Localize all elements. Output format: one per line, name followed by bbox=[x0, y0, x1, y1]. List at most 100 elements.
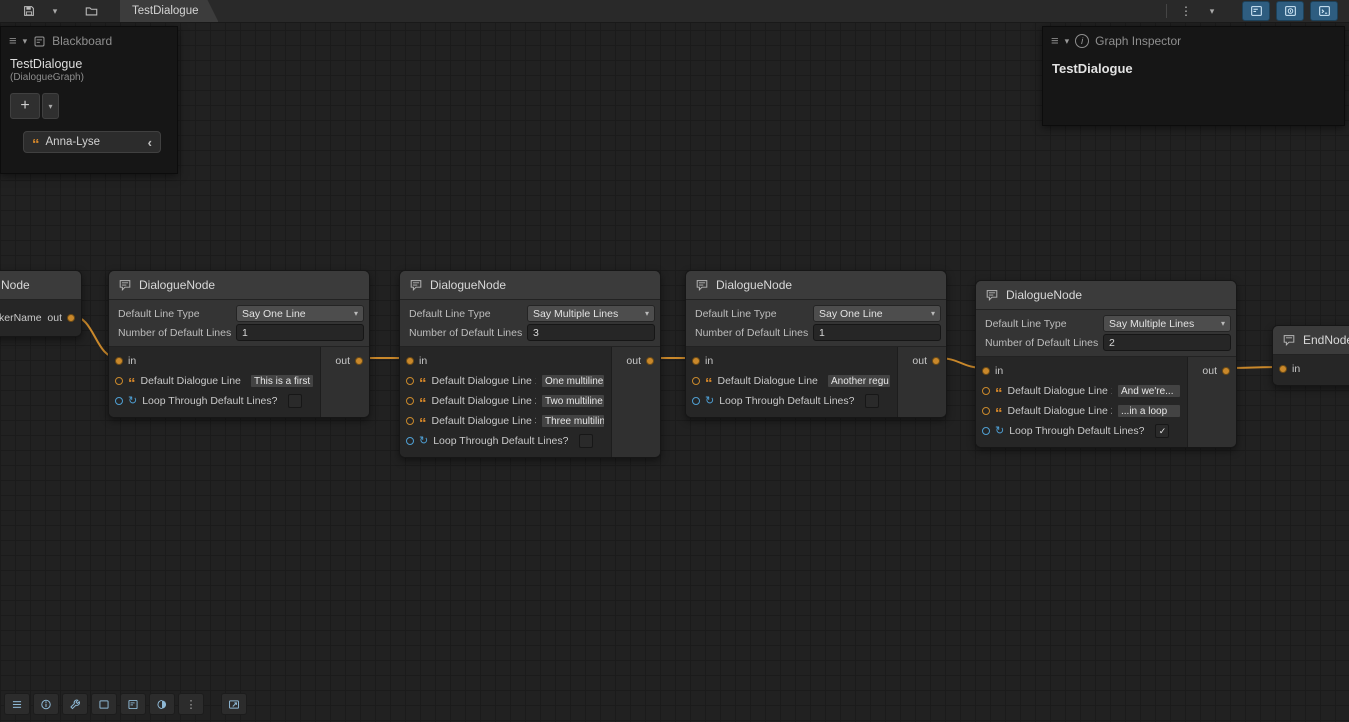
dialogue-line-port[interactable] bbox=[406, 417, 414, 425]
loop-port[interactable] bbox=[406, 437, 414, 445]
toggle-list-view-button[interactable] bbox=[4, 693, 30, 715]
loop-port[interactable] bbox=[982, 427, 990, 435]
frame-button[interactable] bbox=[91, 693, 117, 715]
blackboard-collapse-icon[interactable]: ▾ bbox=[23, 36, 28, 47]
loop-checkbox[interactable] bbox=[865, 394, 879, 408]
out-port[interactable] bbox=[1222, 367, 1230, 375]
line-type-dropdown[interactable]: Say Multiple Lines ▾ bbox=[527, 305, 655, 322]
toggle-minimap-button[interactable] bbox=[149, 693, 175, 715]
out-port[interactable] bbox=[646, 357, 654, 365]
line-type-dropdown[interactable]: Say Multiple Lines ▾ bbox=[1103, 315, 1231, 332]
inspector-title: Graph Inspector bbox=[1095, 34, 1181, 48]
blackboard-panel-icon bbox=[1249, 4, 1264, 18]
dialogue-line-port[interactable] bbox=[982, 407, 990, 415]
speaker-out-port[interactable] bbox=[67, 314, 75, 322]
dialogue-line-field[interactable]: One multiline bbox=[541, 374, 605, 388]
num-lines-field[interactable]: 3 bbox=[527, 324, 655, 341]
info-icon: i bbox=[1075, 34, 1089, 48]
loop-port[interactable] bbox=[115, 397, 123, 405]
toggle-preview-button[interactable] bbox=[1310, 1, 1338, 21]
dialogue-line-port[interactable] bbox=[982, 387, 990, 395]
half-circle-icon bbox=[155, 698, 169, 711]
dialogue-node-3[interactable]: DialogueNode Default Line Type Say One L… bbox=[685, 270, 947, 418]
dialogue-line-label: Default Dialogue Line 2 bbox=[1008, 405, 1113, 417]
line-type-dropdown[interactable]: Say One Line ▾ bbox=[236, 305, 364, 322]
speaker-node[interactable]: Node kerName out bbox=[0, 270, 82, 337]
loop-checkbox[interactable] bbox=[579, 434, 593, 448]
out-port[interactable] bbox=[932, 357, 940, 365]
out-port-label: out bbox=[335, 355, 350, 367]
num-lines-field[interactable]: 1 bbox=[236, 324, 364, 341]
tools-button[interactable] bbox=[62, 693, 88, 715]
more-options-dropdown[interactable]: ▾ bbox=[1200, 2, 1224, 20]
blackboard-menu-icon[interactable]: ≡ bbox=[9, 36, 17, 46]
folder-icon bbox=[84, 4, 99, 18]
in-port[interactable] bbox=[406, 357, 414, 365]
dialogue-line-field[interactable]: Three multilin bbox=[541, 414, 605, 428]
out-port[interactable] bbox=[355, 357, 363, 365]
dialogue-node-4[interactable]: DialogueNode Default Line Type Say Multi… bbox=[975, 280, 1237, 448]
toggle-inspector-button[interactable] bbox=[1276, 1, 1304, 21]
dialogue-line-port[interactable] bbox=[115, 377, 123, 385]
loop-icon: ↻ bbox=[419, 436, 428, 446]
loop-icon: ↻ bbox=[705, 396, 714, 406]
quote-icon: “ bbox=[419, 420, 427, 428]
loop-row: ↻ Loop Through Default Lines? bbox=[686, 391, 897, 411]
dialogue-line-port[interactable] bbox=[406, 377, 414, 385]
more-options-button[interactable]: ⋮ bbox=[1174, 2, 1198, 20]
dialogue-line-field[interactable]: Another regu bbox=[827, 374, 891, 388]
toggle-blackboard-bottom-button[interactable] bbox=[120, 693, 146, 715]
save-button[interactable] bbox=[17, 2, 41, 20]
dialogue-line-field[interactable]: This is a first bbox=[250, 374, 314, 388]
save-icon bbox=[22, 4, 36, 18]
dropdown-arrow-icon: ▾ bbox=[354, 309, 358, 318]
out-port-row: out bbox=[321, 351, 369, 371]
dropdown-arrow-icon: ▾ bbox=[645, 309, 649, 318]
line-type-label: Default Line Type bbox=[405, 308, 527, 320]
in-port[interactable] bbox=[982, 367, 990, 375]
dialogue-line-row: “ Default Dialogue Line This is a first bbox=[109, 371, 320, 391]
dialogue-line-row: “ Default Dialogue Line Another regu bbox=[686, 371, 897, 391]
dialogue-line-port[interactable] bbox=[406, 397, 414, 405]
out-port-label: out bbox=[912, 355, 927, 367]
inspector-collapse-icon[interactable]: ▾ bbox=[1065, 36, 1070, 47]
dialogue-line-label: Default Dialogue Line 1 bbox=[432, 375, 537, 387]
loop-port[interactable] bbox=[692, 397, 700, 405]
toggle-blackboard-button[interactable] bbox=[1242, 1, 1270, 21]
graph-tab[interactable]: TestDialogue bbox=[120, 0, 218, 22]
loop-checkbox[interactable]: ✓ bbox=[1155, 424, 1169, 438]
toggle-inspector-bottom-button[interactable] bbox=[33, 693, 59, 715]
in-port-row: in bbox=[1273, 359, 1349, 379]
out-port-label: out bbox=[1202, 365, 1217, 377]
num-lines-field[interactable]: 1 bbox=[813, 324, 941, 341]
open-asset-button[interactable] bbox=[79, 2, 103, 20]
chevron-left-icon[interactable]: ‹ bbox=[148, 135, 152, 150]
loop-checkbox[interactable] bbox=[288, 394, 302, 408]
dialogue-node-1[interactable]: DialogueNode Default Line Type Say One L… bbox=[108, 270, 370, 418]
node-title: DialogueNode bbox=[976, 281, 1236, 310]
frame-icon bbox=[97, 698, 111, 711]
bottom-more-button[interactable]: ⋮ bbox=[178, 693, 204, 715]
dialogue-line-field[interactable]: And we're... bbox=[1117, 384, 1181, 398]
loop-row: ↻ Loop Through Default Lines? bbox=[109, 391, 320, 411]
dialogue-line-field[interactable]: Two multiline bbox=[541, 394, 605, 408]
add-property-button[interactable]: + bbox=[10, 93, 40, 119]
num-lines-field[interactable]: 2 bbox=[1103, 334, 1231, 351]
in-port[interactable] bbox=[692, 357, 700, 365]
end-node-title: EndNode bbox=[1273, 326, 1349, 355]
save-dropdown-button[interactable]: ▾ bbox=[43, 2, 67, 20]
blackboard-field-anna-lyse[interactable]: “ Anna-Lyse ‹ bbox=[23, 131, 161, 153]
open-external-button[interactable] bbox=[221, 693, 247, 715]
inspector-menu-icon[interactable]: ≡ bbox=[1051, 36, 1059, 46]
end-node[interactable]: EndNode in bbox=[1272, 325, 1349, 386]
line-type-dropdown[interactable]: Say One Line ▾ bbox=[813, 305, 941, 322]
add-property-dropdown[interactable]: ▾ bbox=[42, 93, 59, 119]
dialogue-node-2[interactable]: DialogueNode Default Line Type Say Multi… bbox=[399, 270, 661, 458]
in-port[interactable] bbox=[115, 357, 123, 365]
in-port[interactable] bbox=[1279, 365, 1287, 373]
dialogue-line-field[interactable]: ...in a loop bbox=[1117, 404, 1181, 418]
in-port-label: in bbox=[128, 355, 136, 367]
blackboard-graph-type: (DialogueGraph) bbox=[1, 71, 177, 89]
dialogue-line-port[interactable] bbox=[692, 377, 700, 385]
quote-icon: “ bbox=[128, 380, 136, 388]
